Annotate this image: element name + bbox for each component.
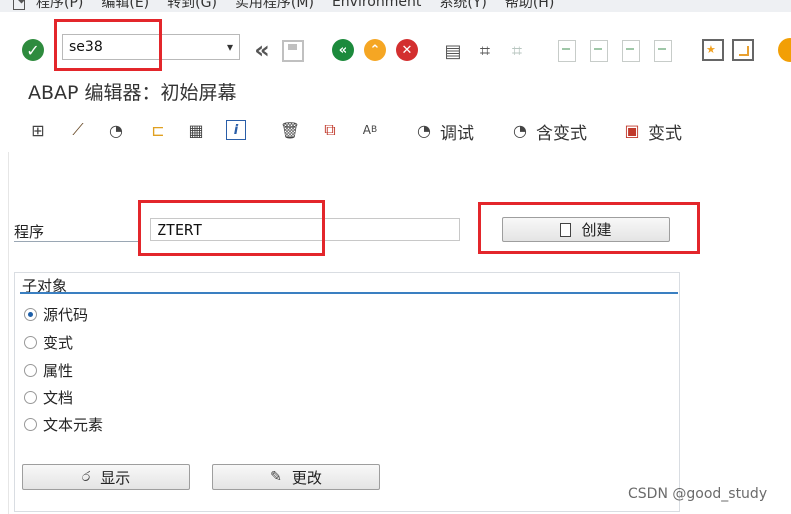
first-page-icon[interactable] <box>558 40 576 62</box>
menu-program[interactable]: 程序(P) <box>36 0 83 12</box>
radio-button[interactable] <box>24 418 37 431</box>
debug-label[interactable]: 调试 <box>440 119 474 144</box>
glasses-icon: ර <box>81 469 91 485</box>
page-title: ABAP 编辑器：初始屏幕 <box>28 82 237 104</box>
exit-icon[interactable]: ⌃ <box>364 39 386 61</box>
program-label: 程序 <box>14 223 45 241</box>
where-used-icon[interactable]: ⊏ <box>146 118 170 142</box>
menu-help[interactable]: 帮助(H) <box>505 0 554 12</box>
highlight-create-button <box>478 202 700 254</box>
rename-icon[interactable]: AB <box>358 118 382 142</box>
delete-icon[interactable]: 🗑 <box>278 118 302 142</box>
change-button-label: 更改 <box>291 468 322 487</box>
debug-icon[interactable]: ◔ <box>412 118 436 142</box>
display-button-label: 显示 <box>100 468 131 487</box>
variant-label[interactable]: 变式 <box>648 119 682 144</box>
radio-source-code[interactable]: 源代码 <box>24 304 88 325</box>
radio-label: 源代码 <box>43 306 89 324</box>
radio-label: 文本元素 <box>43 416 104 434</box>
radio-documentation[interactable]: 文档 <box>24 387 73 408</box>
radio-variants[interactable]: 变式 <box>24 332 73 353</box>
check-icon[interactable]: ✓ <box>22 39 44 61</box>
variant-icon[interactable]: ▣ <box>620 118 644 142</box>
highlight-command <box>54 19 162 71</box>
menu-system[interactable]: 系统(Y) <box>439 0 486 12</box>
cancel-icon[interactable]: ✕ <box>396 39 418 61</box>
last-page-icon[interactable] <box>654 40 672 62</box>
execute-with-variant-icon[interactable]: ◔ <box>508 118 532 142</box>
new-session-icon[interactable] <box>702 39 724 61</box>
radio-attributes[interactable]: 属性 <box>24 360 73 381</box>
hierarchy-icon[interactable]: ▦ <box>184 118 208 142</box>
program-label-underline <box>14 241 138 242</box>
radio-button[interactable] <box>24 364 37 377</box>
watermark: CSDN @good_study <box>628 486 768 502</box>
subobjects-divider <box>20 292 678 294</box>
execute-icon[interactable]: ◔ <box>104 118 128 142</box>
menu-goto[interactable]: 转到(G) <box>167 0 217 12</box>
radio-label: 文档 <box>43 389 74 407</box>
previous-page-icon[interactable] <box>590 40 608 62</box>
radio-label: 变式 <box>43 334 74 352</box>
find-icon[interactable]: ⌗ <box>474 40 496 62</box>
change-button[interactable]: ✎ 更改 <box>212 464 380 490</box>
document-icon[interactable] <box>12 0 26 10</box>
with-variant-label[interactable]: 含变式 <box>536 119 587 144</box>
highlight-program-input <box>138 200 325 256</box>
radio-button-selected[interactable] <box>24 308 37 321</box>
menu-edit[interactable]: 编辑(E) <box>101 0 149 12</box>
menu-environment[interactable]: Environment <box>332 0 421 10</box>
display-button[interactable]: ර 显示 <box>22 464 190 490</box>
print-icon[interactable]: ▤ <box>442 40 464 62</box>
magic-wand-icon[interactable]: ⟋ <box>66 118 90 142</box>
radio-label: 属性 <box>43 362 74 380</box>
double-chevron-left-icon[interactable]: « <box>248 36 270 64</box>
chevron-down-icon[interactable]: ▾ <box>227 40 233 54</box>
copy-icon[interactable]: ⧉ <box>318 118 342 142</box>
create-shortcut-icon[interactable] <box>732 39 754 61</box>
find-next-icon[interactable]: ⌗ <box>506 40 528 62</box>
radio-button[interactable] <box>24 391 37 404</box>
menu-bar: 程序(P) 编辑(E) 转到(G) 实用程序(M) Environment 系统… <box>0 0 791 12</box>
info-icon[interactable]: i <box>226 120 246 140</box>
pencil-icon: ✎ <box>270 469 282 485</box>
radio-button[interactable] <box>24 336 37 349</box>
save-icon[interactable] <box>282 40 304 62</box>
object-list-icon[interactable]: ⊞ <box>26 118 50 142</box>
back-icon[interactable]: « <box>332 39 354 61</box>
menu-utilities[interactable]: 实用程序(M) <box>235 0 314 12</box>
radio-text-elements[interactable]: 文本元素 <box>24 414 103 435</box>
next-page-icon[interactable] <box>622 40 640 62</box>
